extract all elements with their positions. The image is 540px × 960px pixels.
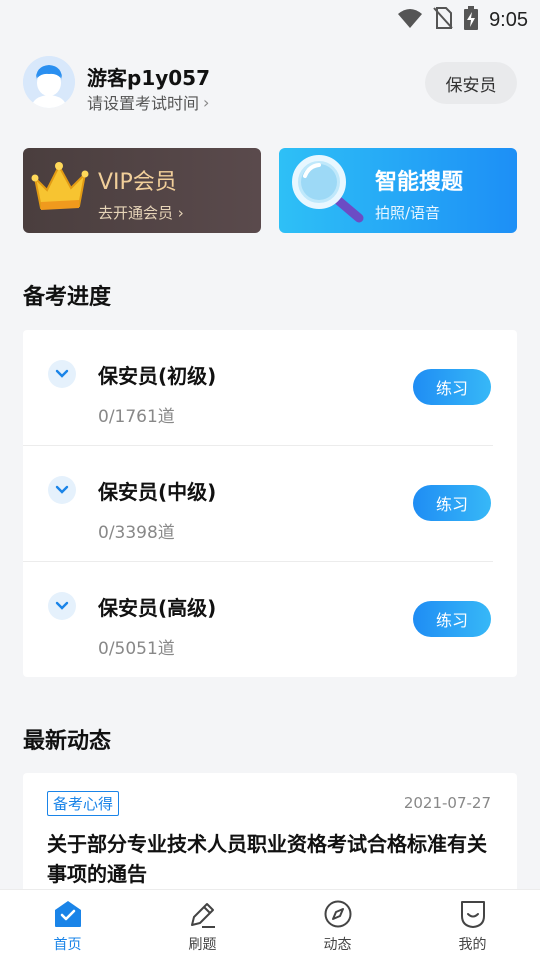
chevron-down-icon[interactable]: [48, 476, 76, 504]
crown-icon: [29, 156, 93, 218]
nav-practice-label: 刷题: [188, 937, 217, 953]
set-exam-time-link[interactable]: 请设置考试时间 ›: [87, 90, 209, 114]
nav-home-label: 首页: [53, 937, 82, 953]
vip-subtitle: 去开通会员 ›: [98, 204, 184, 222]
level-name: 保安员(初级): [98, 364, 217, 388]
nav-news[interactable]: 动态: [270, 890, 405, 960]
progress-section-title: 备考进度: [23, 285, 112, 310]
pencil-icon: [188, 899, 218, 929]
chevron-right-icon: ›: [203, 92, 210, 112]
wifi-icon: [397, 7, 423, 33]
question-count: 0/5051道: [98, 639, 175, 659]
nav-home[interactable]: 首页: [0, 890, 135, 960]
smart-search-subtitle: 拍照/语音: [375, 204, 441, 222]
status-bar: 9:05: [0, 0, 540, 36]
vip-title: VIP会员: [98, 170, 177, 195]
nav-practice[interactable]: 刷题: [135, 890, 270, 960]
bottom-nav: 首页 刷题 动态 我的: [0, 889, 540, 960]
smart-search-card[interactable]: 智能搜题 拍照/语音: [279, 148, 517, 233]
status-time: 9:05: [489, 8, 528, 31]
practice-button[interactable]: 练习: [413, 485, 491, 521]
nav-news-label: 动态: [323, 937, 352, 953]
practice-button[interactable]: 练习: [413, 369, 491, 405]
question-count: 0/1761道: [98, 407, 175, 427]
news-date: 2021-07-27: [403, 794, 491, 812]
compass-icon: [323, 899, 353, 929]
chevron-down-icon[interactable]: [48, 592, 76, 620]
level-name: 保安员(高级): [98, 596, 217, 620]
chevron-down-icon[interactable]: [48, 360, 76, 388]
progress-card: 保安员(初级) 0/1761道 练习 保安员(中级) 0/3398道 练习 保安…: [23, 330, 517, 677]
progress-row: 保安员(高级) 0/5051道 练习: [23, 562, 517, 678]
progress-row: 保安员(中级) 0/3398道 练习: [23, 446, 517, 562]
vip-card[interactable]: VIP会员 去开通会员 ›: [23, 148, 261, 233]
news-category-badge: 备考心得: [47, 791, 120, 816]
profile-header: 游客p1y057 请设置考试时间 › 保安员: [23, 56, 517, 113]
exam-type-button[interactable]: 保安员: [425, 62, 517, 104]
magnifier-icon: [287, 152, 367, 228]
nav-mine[interactable]: 我的: [405, 890, 540, 960]
nav-mine-label: 我的: [458, 937, 487, 953]
news-section-title: 最新动态: [23, 729, 112, 754]
avatar[interactable]: [23, 56, 75, 108]
progress-row: 保安员(初级) 0/1761道 练习: [23, 330, 517, 446]
news-title: 关于部分专业技术人员职业资格考试合格标准有关事项的通告: [47, 832, 487, 886]
profile-icon: [458, 899, 488, 929]
practice-button[interactable]: 练习: [413, 601, 491, 637]
username: 游客p1y057: [87, 66, 211, 90]
home-icon: [53, 899, 83, 929]
battery-charging-icon: [463, 6, 479, 34]
question-count: 0/3398道: [98, 523, 175, 543]
level-name: 保安员(中级): [98, 480, 217, 504]
smart-search-title: 智能搜题: [375, 170, 464, 195]
set-exam-time-label: 请设置考试时间: [87, 94, 200, 113]
no-sim-icon: [433, 6, 453, 34]
